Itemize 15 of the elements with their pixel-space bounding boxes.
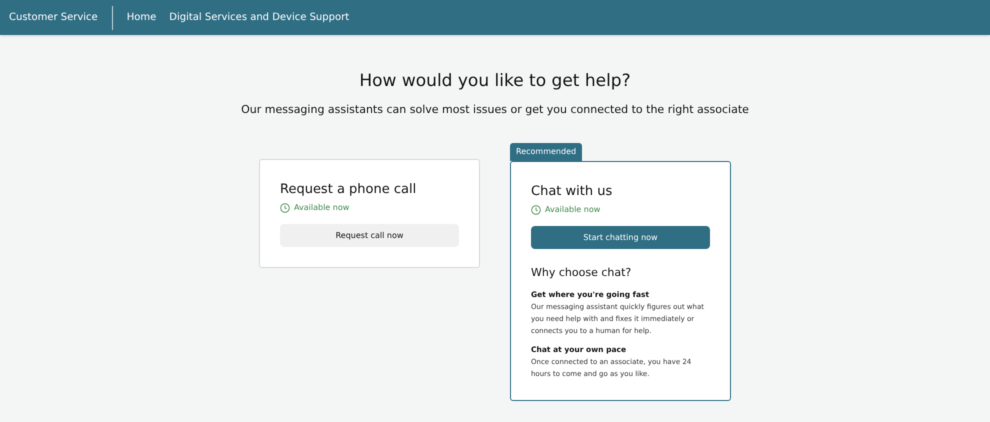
- card-title: Chat with us: [531, 182, 614, 200]
- recommended-tag: Recommended: [510, 142, 582, 160]
- section-heading: Why choose chat?: [531, 265, 632, 281]
- clock-icon: [280, 203, 290, 213]
- availability-status: Available now: [294, 202, 350, 214]
- clock-icon: [531, 205, 541, 215]
- start-chat-button[interactable]: Start chatting now: [531, 226, 710, 249]
- nav-link[interactable]: Digital Services and Device Support: [169, 10, 350, 25]
- card-title: Request a phone call: [280, 180, 418, 198]
- availability-status: Available now: [545, 204, 600, 216]
- page-subheading: Our messaging assistants can solve most issues or get you connected to the right associate: [241, 102, 749, 118]
- nav-link[interactable]: Home: [126, 10, 156, 25]
- request-call-button[interactable]: Request call now: [280, 224, 459, 247]
- brand-link[interactable]: Customer Service: [9, 10, 112, 25]
- page-heading: How would you like to get help?: [359, 70, 631, 92]
